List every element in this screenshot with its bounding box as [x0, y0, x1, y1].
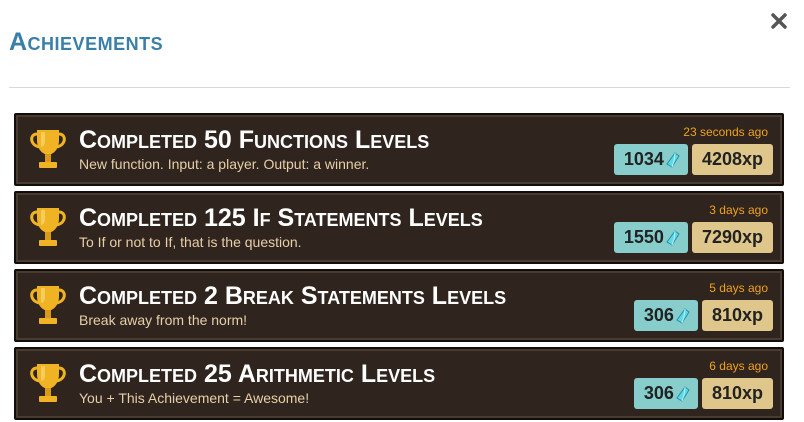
achievement-title: Completed 2 Break Statements Levels [79, 282, 507, 310]
gem-count: 306 [643, 383, 674, 403]
gem-reward-badge: 1550 [613, 222, 688, 253]
gem-reward-badge: 1034 [613, 144, 688, 175]
trophy-icon [30, 364, 66, 402]
achievement-card: Completed 2 Break Statements Levels Brea… [14, 269, 784, 342]
achievement-card: Completed 50 Functions Levels New functi… [14, 113, 784, 186]
achievement-time: 6 days ago [709, 359, 768, 373]
gem-reward-badge: 306 [633, 378, 698, 409]
achievement-time: 23 seconds ago [683, 125, 768, 139]
rewards: 306 810xp [633, 378, 773, 409]
achievement-title: Completed 125 If Statements Levels [79, 204, 483, 232]
rewards: 1550 7290xp [613, 222, 773, 253]
modal-title: Achievements [9, 28, 164, 56]
trophy-icon [30, 286, 66, 324]
xp-reward-badge: 4208xp [691, 144, 773, 175]
close-button[interactable] [768, 10, 790, 32]
achievement-title: Completed 50 Functions Levels [79, 126, 430, 154]
rewards: 1034 4208xp [613, 144, 773, 175]
trophy-icon [30, 130, 66, 168]
achievements-modal: Achievements Completed 50 Functions Leve… [0, 0, 804, 422]
gem-count: 1550 [623, 227, 664, 247]
gem-icon [666, 151, 680, 168]
achievement-time: 5 days ago [709, 281, 768, 295]
achievement-title: Completed 25 Arithmetic Levels [79, 360, 436, 388]
xp-reward-badge: 7290xp [691, 222, 773, 253]
achievement-description: Break away from the norm! [79, 312, 248, 328]
gem-count: 1034 [623, 149, 664, 169]
gem-icon [676, 385, 690, 402]
gem-reward-badge: 306 [633, 300, 698, 331]
achievement-time: 3 days ago [709, 203, 768, 217]
achievement-description: New function. Input: a player. Output: a… [79, 156, 370, 172]
rewards: 306 810xp [633, 300, 773, 331]
xp-reward-badge: 810xp [701, 300, 773, 331]
achievement-card: Completed 25 Arithmetic Levels You + Thi… [14, 347, 784, 420]
achievement-description: You + This Achievement = Awesome! [79, 390, 310, 406]
gem-icon [666, 229, 680, 246]
header-divider [9, 87, 790, 88]
xp-reward-badge: 810xp [701, 378, 773, 409]
gem-count: 306 [643, 305, 674, 325]
achievements-list: Completed 50 Functions Levels New functi… [14, 113, 784, 422]
achievement-description: To If or not to If, that is the question… [79, 234, 302, 250]
gem-icon [676, 307, 690, 324]
close-icon [771, 13, 787, 29]
trophy-icon [30, 208, 66, 246]
achievement-card: Completed 125 If Statements Levels To If… [14, 191, 784, 264]
